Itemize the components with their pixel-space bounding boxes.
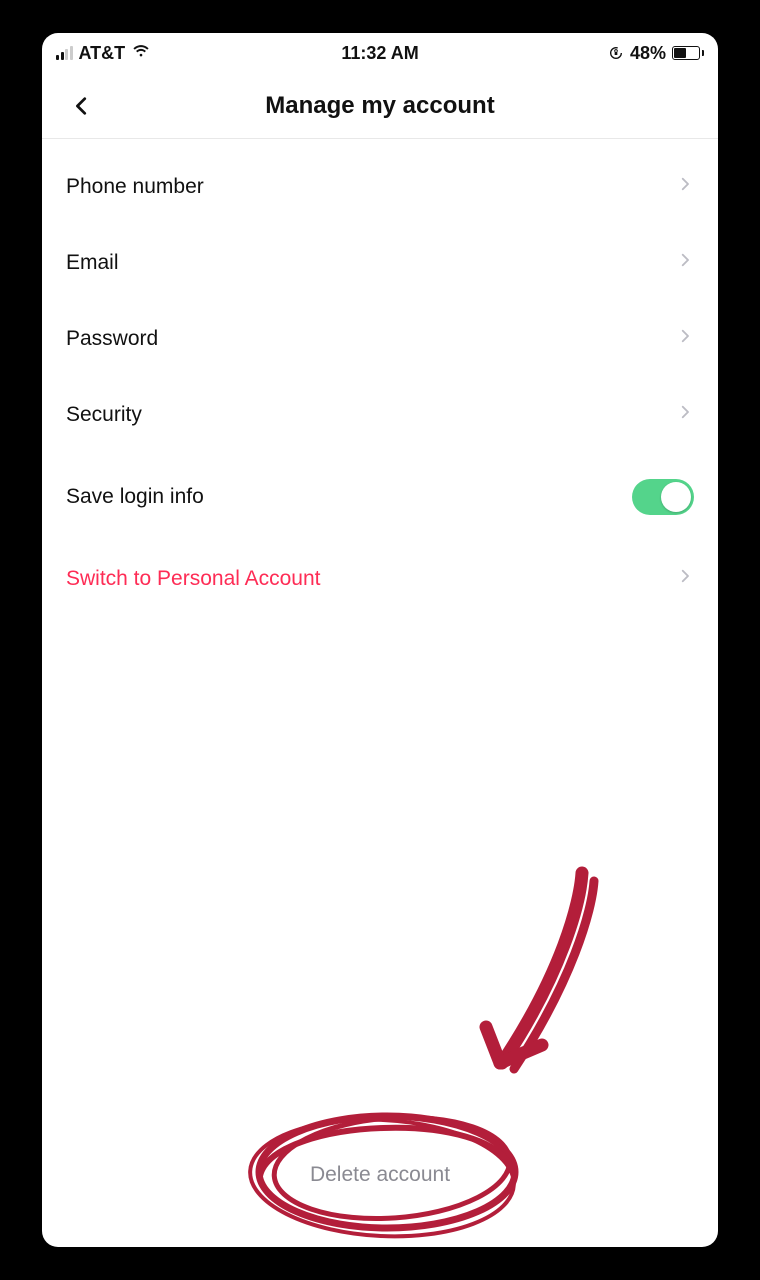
- row-security[interactable]: Security: [42, 377, 718, 453]
- annotation-arrow-icon: [442, 863, 622, 1093]
- save-login-toggle[interactable]: [632, 479, 694, 515]
- app-screen: AT&T 11:32 AM 48% Manage my account Phon…: [42, 33, 718, 1247]
- row-password[interactable]: Password: [42, 301, 718, 377]
- page-title: Manage my account: [42, 92, 718, 120]
- row-label: Password: [66, 327, 676, 351]
- chevron-right-icon: [676, 251, 694, 275]
- row-label: Email: [66, 251, 676, 275]
- row-save-login-info: Save login info: [42, 453, 718, 541]
- nav-header: Manage my account: [42, 73, 718, 139]
- delete-account-link[interactable]: Delete account: [290, 1153, 470, 1197]
- row-email[interactable]: Email: [42, 225, 718, 301]
- signal-icon: [56, 46, 73, 60]
- back-button[interactable]: [62, 86, 102, 126]
- chevron-right-icon: [676, 567, 694, 591]
- chevron-right-icon: [676, 403, 694, 427]
- row-phone-number[interactable]: Phone number: [42, 149, 718, 225]
- battery-icon: [672, 46, 704, 60]
- row-switch-personal-account[interactable]: Switch to Personal Account: [42, 541, 718, 617]
- row-label: Phone number: [66, 175, 676, 199]
- rotation-lock-icon: [608, 45, 624, 61]
- chevron-right-icon: [676, 175, 694, 199]
- wifi-icon: [131, 41, 151, 66]
- settings-list: Phone number Email Password Security Sav: [42, 139, 718, 627]
- row-label: Switch to Personal Account: [66, 567, 676, 591]
- footer: Delete account: [42, 1153, 718, 1247]
- battery-percent: 48%: [630, 43, 666, 64]
- carrier-label: AT&T: [79, 43, 126, 64]
- chevron-left-icon: [71, 95, 93, 117]
- row-label: Save login info: [66, 485, 632, 509]
- status-bar: AT&T 11:32 AM 48%: [42, 33, 718, 73]
- chevron-right-icon: [676, 327, 694, 351]
- row-label: Security: [66, 403, 676, 427]
